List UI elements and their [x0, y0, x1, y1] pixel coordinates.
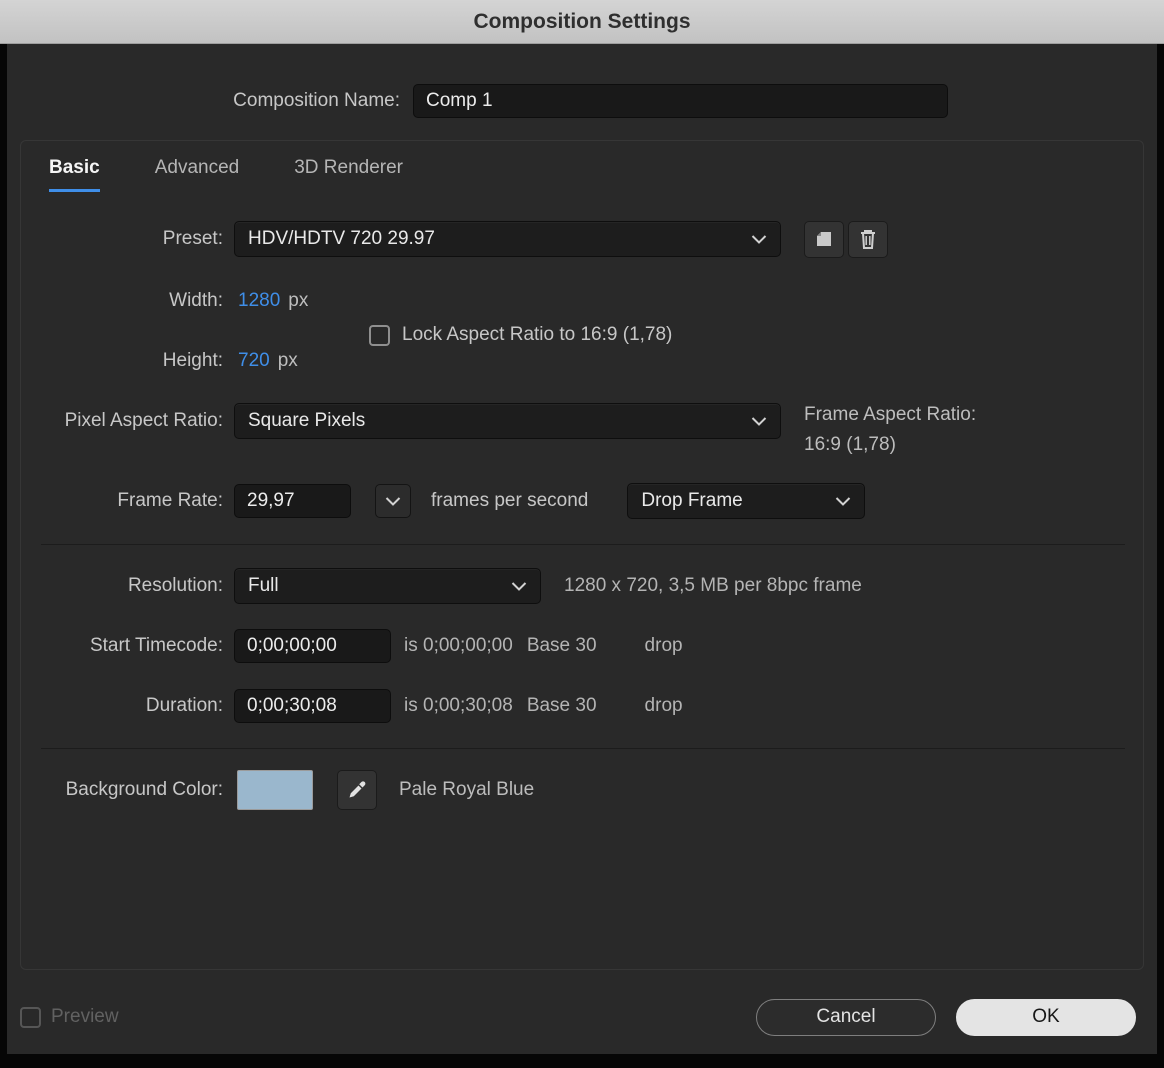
window-frame-right: [1157, 44, 1164, 1068]
width-value[interactable]: 1280: [238, 290, 280, 312]
pixel-aspect-ratio-select[interactable]: Square Pixels: [234, 403, 781, 439]
preview-label: Preview: [51, 1006, 119, 1027]
ok-button[interactable]: OK: [956, 998, 1136, 1036]
chevron-down-icon: [751, 416, 767, 426]
window-frame-left: [0, 44, 7, 1068]
background-color-label: Background Color:: [65, 779, 223, 800]
frame-rate-input[interactable]: [234, 484, 351, 518]
trash-icon: [861, 230, 875, 249]
height-unit: px: [277, 350, 298, 371]
composition-settings-dialog: Composition Settings Composition Name: B…: [0, 0, 1164, 1068]
pixel-aspect-ratio-value: Square Pixels: [248, 410, 366, 431]
tab-basic[interactable]: Basic: [49, 157, 100, 192]
preview-group: Preview: [20, 1006, 119, 1028]
tab-bar: Basic Advanced 3D Renderer: [21, 157, 1143, 192]
composition-name-input[interactable]: [413, 84, 948, 118]
start-timecode-drop: drop: [644, 635, 683, 656]
settings-panel: Basic Advanced 3D Renderer Preset: HDV/H…: [20, 140, 1144, 970]
dialog-footer: Preview Cancel OK: [20, 998, 1136, 1036]
resolution-info: 1280 x 720, 3,5 MB per 8bpc frame: [564, 575, 862, 596]
width-unit: px: [288, 290, 309, 311]
frame-rate-label: Frame Rate:: [117, 490, 223, 511]
lock-aspect-checkbox[interactable]: [369, 324, 390, 346]
tab-advanced[interactable]: Advanced: [155, 157, 240, 192]
chevron-down-icon: [385, 496, 401, 506]
start-timecode-label: Start Timecode:: [89, 635, 223, 656]
cancel-button[interactable]: Cancel: [756, 998, 936, 1036]
divider: [41, 544, 1125, 545]
save-preset-icon: [817, 232, 831, 246]
frame-aspect-ratio: Frame Aspect Ratio: 16:9 (1,78): [804, 400, 976, 460]
drop-frame-value: Drop Frame: [641, 490, 743, 511]
preset-value: HDV/HDTV 720 29.97: [248, 228, 435, 249]
delete-preset-button[interactable]: [848, 220, 888, 258]
tab-3d-renderer[interactable]: 3D Renderer: [294, 157, 403, 192]
chevron-down-icon: [511, 581, 527, 591]
dialog-titlebar: Composition Settings: [0, 0, 1164, 44]
frame-rate-dropdown-button[interactable]: [375, 484, 411, 518]
frame-aspect-ratio-label: Frame Aspect Ratio:: [804, 404, 977, 425]
preview-checkbox[interactable]: [20, 1006, 41, 1028]
background-color-swatch[interactable]: [237, 770, 313, 810]
height-value[interactable]: 720: [238, 350, 270, 372]
start-timecode-input[interactable]: [234, 629, 391, 663]
window-frame-bottom: [0, 1054, 1164, 1068]
save-preset-button[interactable]: [804, 220, 844, 258]
frames-per-second-label: frames per second: [431, 490, 589, 511]
start-timecode-info: is 0;00;00;00: [404, 635, 513, 656]
chevron-down-icon: [751, 234, 767, 244]
duration-drop: drop: [644, 695, 683, 716]
pixel-aspect-ratio-label: Pixel Aspect Ratio:: [64, 410, 223, 431]
dialog-title: Composition Settings: [473, 9, 691, 33]
eyedropper-button[interactable]: [337, 770, 377, 810]
duration-input[interactable]: [234, 689, 391, 723]
resolution-value: Full: [248, 575, 279, 596]
duration-label: Duration:: [145, 695, 223, 716]
composition-name-label: Composition Name:: [233, 90, 400, 111]
drop-frame-select[interactable]: Drop Frame: [627, 483, 866, 519]
duration-info: is 0;00;30;08: [404, 695, 513, 716]
resolution-select[interactable]: Full: [234, 568, 541, 604]
divider: [41, 748, 1125, 749]
preset-label: Preset:: [162, 228, 223, 249]
background-color-name: Pale Royal Blue: [399, 779, 535, 800]
frame-aspect-ratio-value: 16:9 (1,78): [804, 434, 896, 455]
lock-aspect-row: Lock Aspect Ratio to 16:9 (1,78): [369, 321, 672, 349]
start-timecode-base: Base 30: [526, 635, 597, 656]
dialog-body: Composition Name: Basic Advanced 3D Rend…: [0, 44, 1164, 1054]
preset-select[interactable]: HDV/HDTV 720 29.97: [234, 221, 781, 257]
eyedropper-icon: [349, 781, 366, 798]
chevron-down-icon: [836, 496, 851, 506]
height-label: Height:: [162, 350, 223, 371]
width-label: Width:: [169, 290, 223, 311]
lock-aspect-label: Lock Aspect Ratio to 16:9 (1,78): [402, 324, 673, 345]
duration-base: Base 30: [526, 695, 597, 716]
resolution-label: Resolution:: [127, 575, 223, 596]
